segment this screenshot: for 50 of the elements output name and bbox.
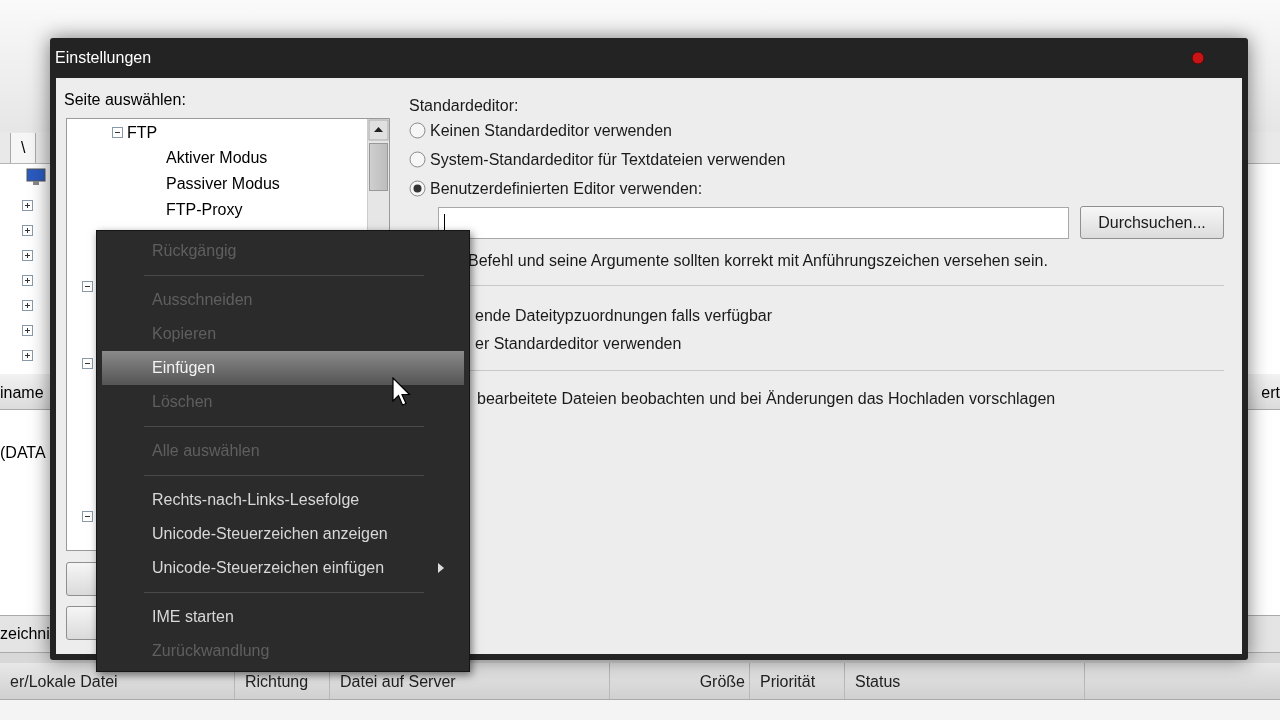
close-icon[interactable] [1191,51,1205,65]
radio-label[interactable]: Keinen Standardeditor verwenden [430,118,672,143]
column-header[interactable]: Priorität [760,670,816,694]
window-title: Einstellungen [55,48,152,68]
list-row: (DATA [0,444,46,461]
browse-button[interactable]: Durchsuchen... [1080,206,1224,239]
radio-label[interactable]: Benutzerdefinierten Editor verwenden: [430,176,703,201]
radio-button[interactable] [409,180,426,197]
scroll-up-icon[interactable] [368,119,389,141]
expand-icon[interactable] [22,200,33,211]
radio-label[interactable]: System-Standardeditor für Textdateien verwenden [430,147,786,172]
column-header[interactable]: Status [855,670,901,694]
section-label: Seite auswählen: [64,90,187,110]
column-header[interactable]: iname [0,377,44,409]
collapse-icon[interactable] [112,127,123,139]
column-header[interactable]: Richtung [245,670,309,694]
menu-item[interactable]: IME starten [102,600,464,634]
expand-icon[interactable] [22,225,33,236]
tree-item[interactable]: Passiver Modus [166,172,280,196]
computer-icon [26,168,46,186]
option-label[interactable]: ende Dateitypzuordnungen falls verfügbar [475,302,1224,330]
scroll-thumb[interactable] [369,143,388,191]
expand-icon[interactable] [22,300,33,311]
column-header[interactable]: ert [1261,377,1280,409]
expand-icon[interactable] [22,350,33,361]
mouse-cursor-icon [392,377,412,407]
collapse-icon[interactable] [82,357,93,369]
menu-item[interactable]: Unicode-Steuerzeichen einfügen [102,551,464,585]
tree-item[interactable]: FTP-Proxy [166,197,243,222]
submenu-arrow-icon [438,563,444,573]
column-header[interactable]: er/Lokale Datei [10,670,118,694]
column-header[interactable]: Größe [699,670,745,694]
tab-label[interactable]: \ [10,133,37,163]
menu-item[interactable]: Rechts-nach-Links-Lesefolge [102,483,464,517]
expand-icon[interactable] [22,275,33,286]
expand-icon[interactable] [22,250,33,261]
option-label[interactable]: er Standardeditor verwenden [475,330,1224,358]
collapse-icon[interactable] [82,280,93,292]
menu-item[interactable]: Einfügen [102,351,464,385]
section-label: Standardeditor: [409,96,520,116]
tree-item[interactable]: FTP [127,120,158,145]
editor-path-field[interactable] [438,206,1069,239]
radio-button[interactable] [409,122,426,139]
column-header[interactable]: Datei auf Server [340,670,456,694]
tree-item[interactable]: Aktiver Modus [166,146,268,171]
expand-icon[interactable] [22,325,33,336]
tab-label[interactable]: zeichni [0,622,50,646]
menu-item[interactable]: Unicode-Steuerzeichen anzeigen [102,517,464,551]
radio-button[interactable] [409,151,426,168]
collapse-icon[interactable] [82,511,93,523]
